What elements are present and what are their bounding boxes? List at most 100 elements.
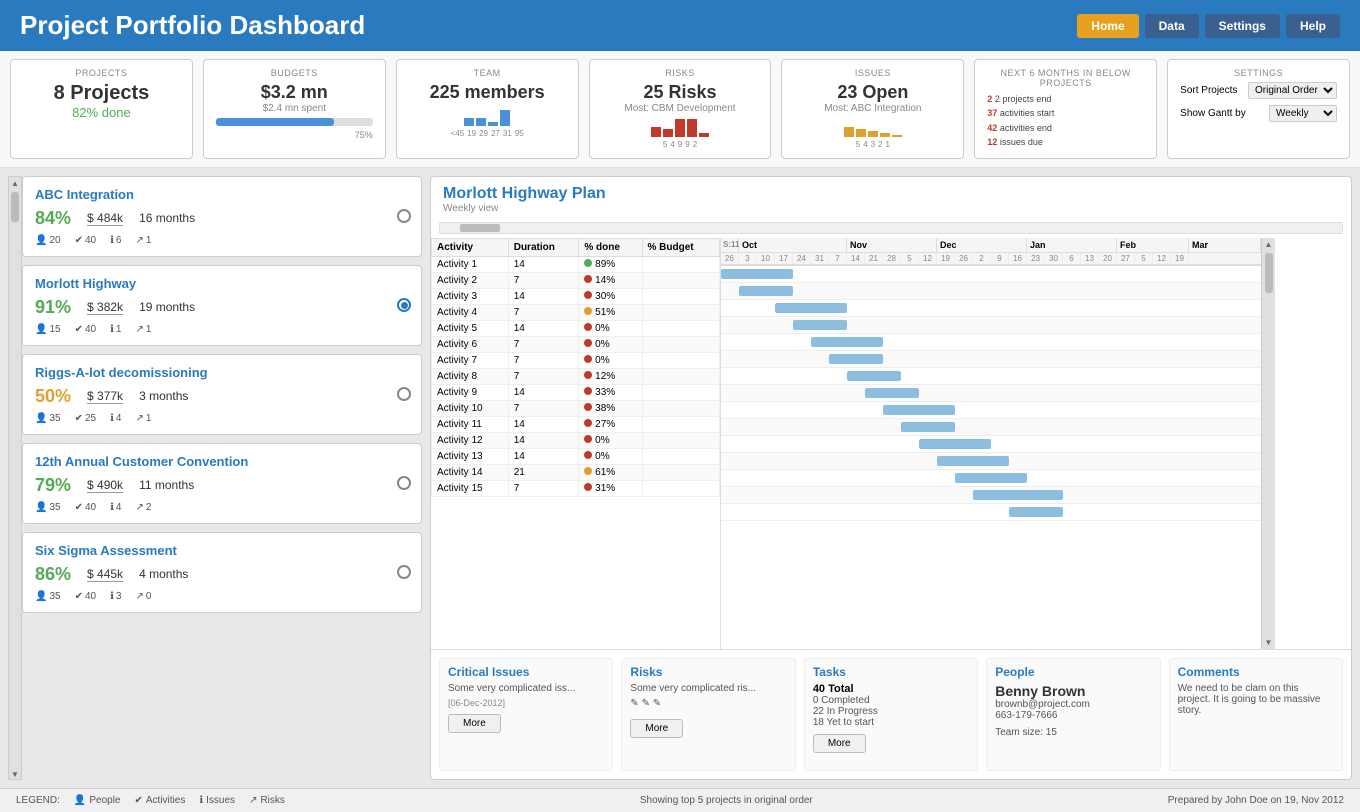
project-card-2[interactable]: Riggs-A-lot decomissioning 50% $ 377k 3 … xyxy=(22,354,422,435)
project-card-0[interactable]: ABC Integration 84% $ 484k 16 months 👤 2… xyxy=(22,176,422,257)
scroll-v-up[interactable]: ▲ xyxy=(1265,240,1273,249)
person-email: brownb@project.com xyxy=(995,699,1151,710)
nav-help-button[interactable]: Help xyxy=(1286,14,1340,38)
act-pct-9: 38% xyxy=(579,400,642,416)
gantt-week-9: 28 xyxy=(883,253,901,264)
gantt-week-18: 30 xyxy=(1045,253,1063,264)
project-pct-4: 86% xyxy=(35,564,71,585)
act-budget-1 xyxy=(642,272,719,288)
project-radio-0[interactable] xyxy=(397,209,411,223)
gantt-select[interactable]: Weekly Monthly Quarterly xyxy=(1269,105,1337,122)
col-duration: Duration xyxy=(508,238,579,256)
critical-issues-more-button[interactable]: More xyxy=(448,714,501,733)
risks-more-button[interactable]: More xyxy=(630,719,683,738)
gantt-bar-7 xyxy=(865,388,919,398)
gantt-week-1: 3 xyxy=(739,253,757,264)
act-name-13: Activity 14 xyxy=(432,464,509,480)
project-radio-4[interactable] xyxy=(397,565,411,579)
project-card-3[interactable]: 12th Annual Customer Convention 79% $ 49… xyxy=(22,443,422,524)
people-title: People xyxy=(995,665,1151,679)
project-risks-4: ↗ 0 xyxy=(135,591,151,602)
nav-settings-button[interactable]: Settings xyxy=(1205,14,1280,38)
people-card: People Benny Brown brownb@project.com 66… xyxy=(986,658,1160,771)
person-team-size: Team size: 15 xyxy=(995,727,1151,738)
gantt-activity-table: Activity Duration % done % Budget Activi… xyxy=(431,238,721,649)
nav-home-button[interactable]: Home xyxy=(1077,14,1138,38)
gantt-month-3: Jan xyxy=(1027,238,1117,252)
act-name-10: Activity 11 xyxy=(432,416,509,432)
act-duration-7: 7 xyxy=(508,368,579,384)
bottom-section: Critical Issues Some very complicated is… xyxy=(431,649,1351,779)
tasks-inprogress: 22 xyxy=(813,706,824,717)
kpi-issues-label: ISSUES xyxy=(794,68,951,78)
scroll-left[interactable]: ▲ ▼ xyxy=(8,176,22,780)
act-pct-1: 14% xyxy=(579,272,642,288)
act-budget-9 xyxy=(642,400,719,416)
gantt-bar-row-9 xyxy=(721,419,1261,436)
kpi-risks-label: RISKS xyxy=(602,68,759,78)
project-people-1: 👤 15 xyxy=(35,324,61,335)
gantt-row-14: Activity 15 7 31% xyxy=(432,480,720,496)
tasks-yettostart: 18 xyxy=(813,717,824,728)
project-radio-3[interactable] xyxy=(397,476,411,490)
gantt-month-5: Mar xyxy=(1189,238,1261,252)
kpi-projects-sub: 82% done xyxy=(23,105,180,120)
tasks-completed-label: Completed xyxy=(821,695,869,706)
project-name-3: 12th Annual Customer Convention xyxy=(35,454,409,469)
scroll-v-down[interactable]: ▼ xyxy=(1265,638,1273,647)
nav-buttons: Home Data Settings Help xyxy=(1077,14,1340,38)
gantt-week-24: 12 xyxy=(1153,253,1171,264)
kpi-risks-value: 25 Risks xyxy=(602,82,759,103)
kpi-issues-value: 23 Open xyxy=(794,82,951,103)
main-area: ▲ ▼ ABC Integration 84% $ 484k 16 months… xyxy=(0,168,1360,788)
tasks-inprogress-line: 22 In Progress xyxy=(813,706,969,717)
gantt-scroll-bar[interactable] xyxy=(439,222,1343,234)
gantt-row-10: Activity 11 14 27% xyxy=(432,416,720,432)
sort-select[interactable]: Original Order By Name By Budget By Prog… xyxy=(1248,82,1337,99)
kpi-next6-line1: 2 projects end xyxy=(995,94,1052,104)
gantt-row-8: Activity 9 14 33% xyxy=(432,384,720,400)
nav-data-button[interactable]: Data xyxy=(1145,14,1199,38)
project-activities-2: ✔ 25 xyxy=(75,413,97,424)
act-name-1: Activity 2 xyxy=(432,272,509,288)
gantt-week-21: 20 xyxy=(1099,253,1117,264)
project-budget-4: $ 445k xyxy=(87,567,123,581)
activities-icon: ✔ xyxy=(135,795,143,806)
act-name-6: Activity 7 xyxy=(432,352,509,368)
project-people-0: 👤 20 xyxy=(35,235,61,246)
act-duration-5: 7 xyxy=(508,336,579,352)
kpi-next6-line4a: 12 xyxy=(987,137,997,147)
act-pct-0: 89% xyxy=(579,256,642,272)
act-duration-13: 21 xyxy=(508,464,579,480)
project-issues-1: ℹ 1 xyxy=(110,324,121,335)
gantt-panel: Morlott Highway Plan Weekly view Activit… xyxy=(430,176,1352,780)
gantt-bar-3 xyxy=(793,320,847,330)
gantt-month-0: Oct xyxy=(739,238,847,252)
col-pct-budget: % Budget xyxy=(642,238,719,256)
scroll-up-icon[interactable]: ▲ xyxy=(11,179,19,188)
project-card-4[interactable]: Six Sigma Assessment 86% $ 445k 4 months… xyxy=(22,532,422,613)
gantt-title: Morlott Highway Plan xyxy=(443,185,1339,203)
project-card-1[interactable]: Morlott Highway 91% $ 382k 19 months 👤 1… xyxy=(22,265,422,346)
gantt-week-2: 10 xyxy=(757,253,775,264)
gantt-bar-row-13 xyxy=(721,487,1261,504)
projects-list: ABC Integration 84% $ 484k 16 months 👤 2… xyxy=(22,176,422,780)
tasks-card: Tasks 40 Total 0 Completed 22 In Progres… xyxy=(804,658,978,771)
gantt-bar-row-4 xyxy=(721,334,1261,351)
kpi-projects: PROJECTS 8 Projects 82% done xyxy=(10,59,193,159)
gantt-week-22: 27 xyxy=(1117,253,1135,264)
scroll-thumb xyxy=(11,192,19,222)
tasks-completed-line: 0 Completed xyxy=(813,695,969,706)
gantt-scroll-vertical[interactable]: ▲▼ xyxy=(1261,238,1275,649)
project-radio-1[interactable] xyxy=(397,298,411,312)
kpi-settings: SETTINGS Sort Projects Original Order By… xyxy=(1167,59,1350,159)
tasks-more-button[interactable]: More xyxy=(813,734,866,753)
gantt-row-0: Activity 1 14 89% xyxy=(432,256,720,272)
critical-issues-title: Critical Issues xyxy=(448,665,604,679)
gantt-chart: S:11OctNovDecJanFebMar263101724317142128… xyxy=(721,238,1351,649)
scroll-down-icon[interactable]: ▼ xyxy=(11,770,19,779)
act-duration-11: 14 xyxy=(508,432,579,448)
kpi-next6-line4: issues due xyxy=(1000,137,1043,147)
gantt-week-10: 5 xyxy=(901,253,919,264)
project-radio-2[interactable] xyxy=(397,387,411,401)
